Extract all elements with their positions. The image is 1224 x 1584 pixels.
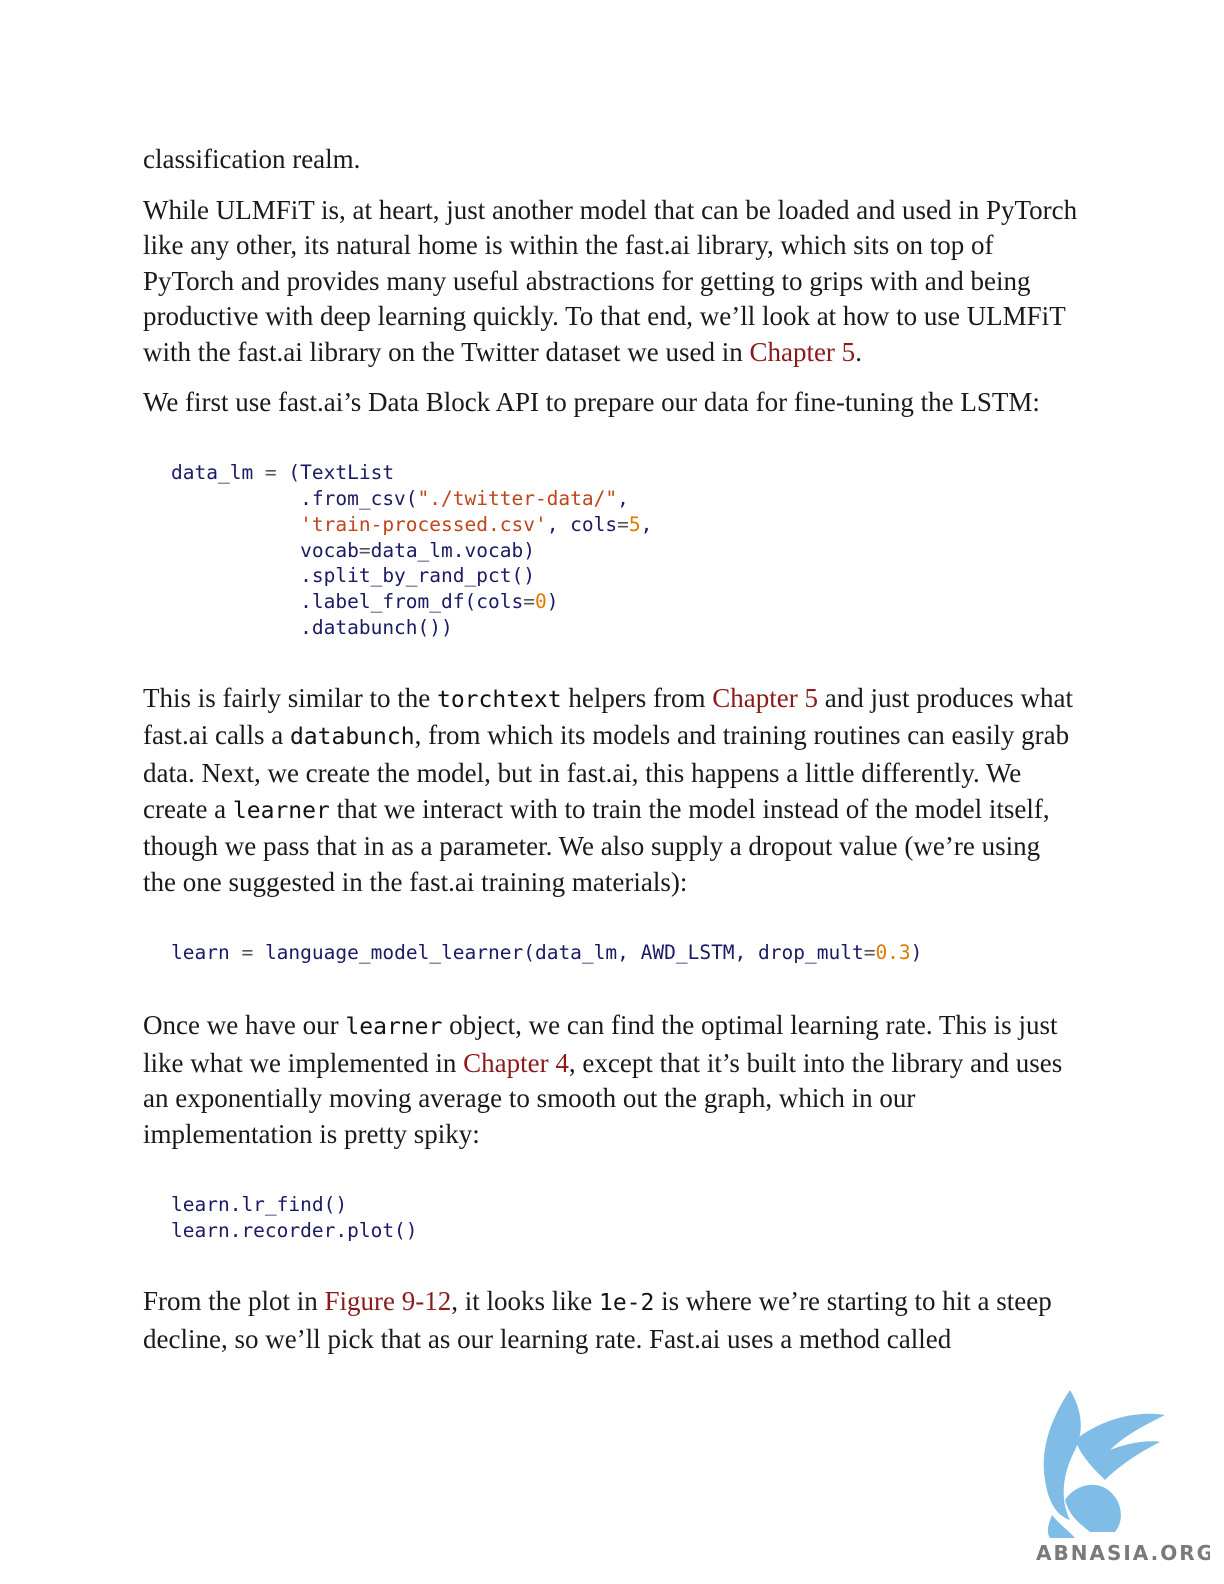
svg-text:ABNASIA.ORG: ABNASIA.ORG <box>1036 1541 1210 1565</box>
inline-code-learner: learner <box>232 797 330 824</box>
page-content: classification realm. While ULMFiT is, a… <box>143 142 1078 1357</box>
chapter-5-link[interactable]: Chapter 5 <box>749 337 855 367</box>
paragraph-3: We first use fast.ai’s Data Block API to… <box>143 386 1040 417</box>
paragraph-5: Once we have our learner object, we can … <box>143 1010 1063 1149</box>
paragraph-1: classification realm. <box>143 144 361 174</box>
paragraph-6: From the plot in Figure 9-12, it looks l… <box>143 1286 1052 1354</box>
figure-9-12-link[interactable]: Figure 9-12 <box>325 1286 452 1316</box>
watermark-logo: ABNASIA.ORG <box>1030 1380 1213 1570</box>
paragraph-4: This is fairly similar to the torchtext … <box>143 682 1073 897</box>
paragraph-2: While ULMFiT is, at heart, just another … <box>143 194 1078 367</box>
code-block-data-lm: data_lm = (TextList .from_csv("./twitter… <box>171 461 653 639</box>
inline-code-learner-2: learner <box>345 1014 443 1041</box>
chapter-4-link[interactable]: Chapter 4 <box>463 1048 569 1078</box>
inline-code-databunch: databunch <box>289 724 415 751</box>
chapter-5-link-2[interactable]: Chapter 5 <box>712 683 818 713</box>
code-block-lr-find: learn.lr_find() learn.recorder.plot() <box>171 1193 418 1243</box>
inline-code-torchtext: torchtext <box>436 686 562 713</box>
griffin-logo-icon: ABNASIA.ORG <box>1036 1390 1213 1565</box>
code-block-learner: learn = language_model_learner(data_lm, … <box>171 941 923 965</box>
inline-code-1e-2: 1e-2 <box>598 1290 655 1317</box>
